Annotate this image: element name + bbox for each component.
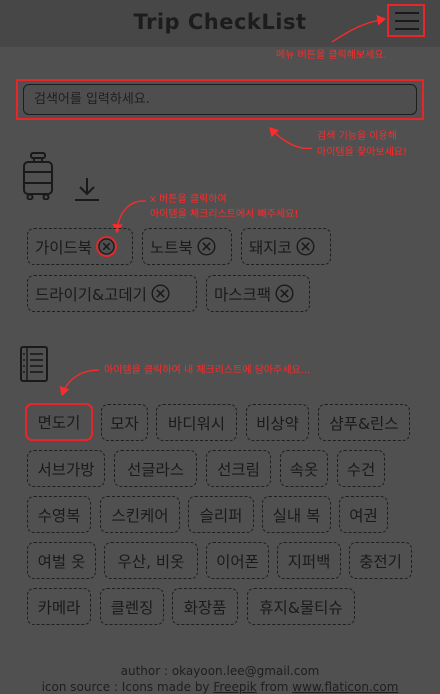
search-annotation-line1: 검색 기능을 이용해 xyxy=(317,131,397,142)
catalog-item[interactable]: 서브가방 xyxy=(27,450,105,487)
list-icon xyxy=(20,346,48,382)
freepik-link[interactable]: Freepik xyxy=(213,680,256,694)
catalog-item[interactable]: 면도기 xyxy=(25,403,93,441)
catalog-item[interactable]: 속옷 xyxy=(280,450,328,487)
checklist-chip: 돼지코 xyxy=(241,228,331,265)
download-icon[interactable] xyxy=(73,177,101,203)
page-title: Trip CheckList xyxy=(133,10,307,34)
catalog-item[interactable]: 슬리퍼 xyxy=(188,496,254,533)
catalog-item[interactable]: 샴푸&린스 xyxy=(318,404,410,441)
catalog-item[interactable]: 실내 복 xyxy=(262,496,331,533)
checklist-chip: 노트북 xyxy=(142,228,232,265)
catalog-item[interactable]: 이어폰 xyxy=(206,542,269,579)
remove-item-icon[interactable] xyxy=(275,284,294,303)
footer-icon-source: icon source : Icons made by Freepik from… xyxy=(0,680,440,694)
catalog-item[interactable]: 클렌징 xyxy=(100,588,164,625)
catalog-item[interactable]: 충전기 xyxy=(349,542,412,579)
catalog-item[interactable]: 여권 xyxy=(339,496,388,533)
remove-item-icon[interactable] xyxy=(151,284,170,303)
catalog-item[interactable]: 화장품 xyxy=(172,588,238,625)
checklist-chip: 가이드북 xyxy=(27,228,133,265)
catalog-item[interactable]: 모자 xyxy=(101,404,148,441)
catalog-item[interactable]: 바디워시 xyxy=(156,404,237,441)
search-highlight xyxy=(16,79,424,120)
catalog-item[interactable]: 스킨케어 xyxy=(100,496,180,533)
search-annotation-line2: 아이템을 찾아보세요! xyxy=(317,147,407,158)
add-annotation: 아이템을 클릭하여 내 체크리스트에 담아주세요... xyxy=(104,365,311,376)
catalog-item[interactable]: 지퍼백 xyxy=(277,542,341,579)
flaticon-link[interactable]: www.flaticon.com xyxy=(292,680,398,694)
menu-button[interactable] xyxy=(387,4,425,37)
checklist-chip: 드라이기&고데기 xyxy=(27,275,197,312)
catalog-item[interactable]: 수건 xyxy=(337,450,385,487)
search-input[interactable] xyxy=(23,84,417,115)
catalog-item[interactable]: 휴지&물티슈 xyxy=(247,588,355,625)
catalog-item[interactable]: 수영복 xyxy=(27,496,91,533)
remove-annotation-line1: x 버튼을 클릭하여 xyxy=(150,194,227,205)
catalog-item[interactable]: 선글라스 xyxy=(114,450,197,487)
checklist-chip-label: 가이드북 xyxy=(35,238,93,257)
remove-item-icon[interactable] xyxy=(96,235,118,258)
checklist-chip-label: 돼지코 xyxy=(249,238,292,257)
checklist-chip-label: 마스크팩 xyxy=(214,285,272,304)
luggage-icon xyxy=(23,152,53,200)
checklist-chip: 마스크팩 xyxy=(206,275,310,312)
catalog-item[interactable]: 카메라 xyxy=(27,588,91,625)
footer-author: author : okayoon.lee@gmail.com xyxy=(120,664,320,678)
remove-item-icon[interactable] xyxy=(197,237,216,256)
checklist-chip-label: 노트북 xyxy=(150,238,193,257)
checklist-chip-label: 드라이기&고데기 xyxy=(35,285,147,304)
catalog-item[interactable]: 우산, 비옷 xyxy=(104,542,198,579)
catalog-item[interactable]: 선크림 xyxy=(206,450,271,487)
hamburger-menu-icon xyxy=(395,12,419,30)
catalog-item[interactable]: 비상약 xyxy=(246,404,309,441)
footer-icon-mid: from xyxy=(256,680,293,694)
footer-icon-prefix: icon source : Icons made by xyxy=(41,680,214,694)
app-header: Trip CheckList xyxy=(0,0,440,47)
remove-item-icon[interactable] xyxy=(296,237,315,256)
remove-annotation-line2: 아이템을 체크리스트에서 빼주세요! xyxy=(150,209,299,220)
catalog-item[interactable]: 여벌 옷 xyxy=(27,542,96,579)
menu-annotation: 메뉴 버튼을 클릭해보세요. xyxy=(276,50,387,61)
